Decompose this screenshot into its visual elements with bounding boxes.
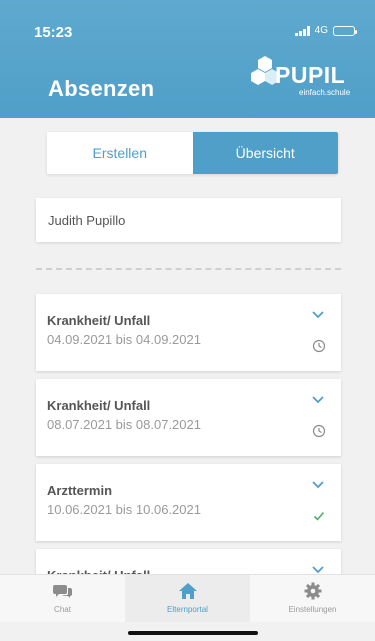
- pupil-logo: PUPIL einfach.schule: [250, 52, 350, 106]
- gear-icon: [304, 582, 321, 600]
- tab-erstellen[interactable]: Erstellen: [47, 132, 193, 174]
- absence-dates: 10.06.2021 bis 10.06.2021: [47, 502, 201, 517]
- chevron-down-icon[interactable]: [311, 565, 325, 574]
- absence-list: Krankheit/ Unfall 04.09.2021 bis 04.09.2…: [36, 294, 341, 574]
- child-name: Judith Pupillo: [48, 212, 126, 228]
- absence-type: Krankheit/ Unfall: [47, 313, 151, 328]
- check-icon: [313, 511, 325, 521]
- chevron-down-icon[interactable]: [311, 310, 325, 320]
- status-time: 15:23: [34, 24, 73, 41]
- tab-elternportal-label: Elternportal: [167, 605, 208, 614]
- tab-einstellungen[interactable]: Einstellungen: [250, 575, 375, 622]
- tab-uebersicht[interactable]: Übersicht: [192, 132, 338, 174]
- tab-chat[interactable]: Chat: [0, 575, 125, 622]
- absence-dates: 08.07.2021 bis 08.07.2021: [47, 417, 201, 432]
- absence-type: Krankheit/ Unfall: [47, 398, 151, 413]
- dashed-divider: [36, 268, 341, 270]
- main-content[interactable]: Erstellen Übersicht Judith Pupillo Krank…: [0, 118, 375, 574]
- absence-dates: 04.09.2021 bis 04.09.2021: [47, 332, 201, 347]
- absence-type: Arzttermin: [47, 483, 113, 498]
- status-bar: 15:23 4G: [0, 0, 375, 41]
- logo-text: PUPIL: [275, 62, 346, 88]
- network-label: 4G: [314, 25, 328, 36]
- home-indicator[interactable]: [128, 631, 258, 635]
- absence-card[interactable]: Krankheit/ Unfall 08.07.2021 bis 08.07.2…: [36, 379, 341, 456]
- clock-icon: [312, 339, 326, 353]
- status-indicators: 4G: [294, 25, 357, 36]
- child-selector[interactable]: Judith Pupillo: [36, 198, 341, 242]
- chat-icon: [52, 585, 72, 598]
- logo-subtitle: einfach.schule: [299, 88, 351, 97]
- signal-icon: [294, 25, 310, 36]
- view-switcher: Erstellen Übersicht: [47, 132, 338, 174]
- absence-card[interactable]: Arzttermin 10.06.2021 bis 10.06.2021: [36, 464, 341, 541]
- absence-card[interactable]: Krankheit/ Unfall: [36, 549, 341, 574]
- chevron-down-icon[interactable]: [311, 395, 325, 405]
- chevron-down-icon[interactable]: [311, 480, 325, 490]
- page-title: Absenzen: [48, 76, 155, 101]
- battery-icon: [333, 25, 357, 36]
- tab-chat-label: Chat: [54, 605, 71, 614]
- bottom-tab-bar: Chat Elternportal Einstellungen: [0, 574, 375, 622]
- absence-card[interactable]: Krankheit/ Unfall 04.09.2021 bis 04.09.2…: [36, 294, 341, 371]
- home-icon: [178, 583, 197, 599]
- tab-elternportal[interactable]: Elternportal: [125, 575, 250, 622]
- app-header: 15:23 4G Absenzen PUPIL einfach.schule: [0, 0, 375, 118]
- clock-icon: [312, 424, 326, 438]
- tab-einstellungen-label: Einstellungen: [288, 605, 337, 614]
